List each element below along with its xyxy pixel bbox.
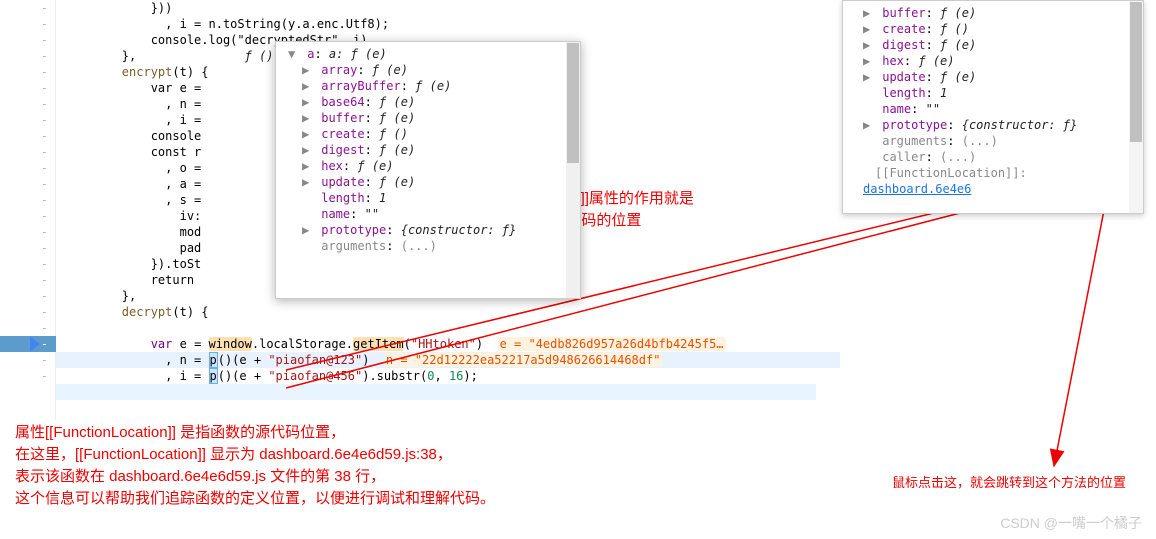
property-row[interactable]: length: 1 xyxy=(280,190,576,206)
scrollbar[interactable] xyxy=(1129,1,1143,213)
property-row[interactable]: length: 1 xyxy=(855,85,1139,101)
watermark: CSDN @一嘴一个橘子 xyxy=(1000,513,1142,533)
scrollbar[interactable] xyxy=(566,42,580,298)
property-row[interactable]: ▶ prototype: {constructor: ƒ} xyxy=(855,117,1139,133)
property-row[interactable]: ▶ digest: ƒ (e) xyxy=(280,142,576,158)
code-line: })) xyxy=(56,0,840,16)
gutter-mark: - xyxy=(0,0,56,16)
property-row[interactable]: ▶ update: ƒ (e) xyxy=(855,69,1139,85)
property-row[interactable]: caller: (...) xyxy=(855,149,1139,165)
object-inspect-popup-right[interactable]: ▶ buffer: ƒ (e)▶ create: ƒ ()▶ digest: ƒ… xyxy=(842,0,1144,214)
property-row[interactable]: ▶ arrayBuffer: ƒ (e) xyxy=(280,78,576,94)
object-inspect-popup-left[interactable]: ▼ a: a: ƒ (e) ▶ array: ƒ (e)▶ arrayBuffe… xyxy=(275,41,581,299)
function-location-link[interactable]: dashboard.6e4e6 xyxy=(863,182,971,196)
property-row[interactable]: name: "" xyxy=(280,206,576,222)
property-row[interactable]: ▶ hex: ƒ (e) xyxy=(855,53,1139,69)
property-row[interactable]: ▶ buffer: ƒ (e) xyxy=(855,5,1139,21)
property-row[interactable]: ▶ create: ƒ () xyxy=(280,126,576,142)
property-row[interactable]: ▶ prototype: {constructor: ƒ} xyxy=(280,222,576,238)
property-row[interactable]: ▶ create: ƒ () xyxy=(855,21,1139,37)
property-row[interactable]: ▶ base64: ƒ (e) xyxy=(280,94,576,110)
annotation-bottom: 属性[[FunctionLocation]] 是指函数的源代码位置， 在这里，[… xyxy=(15,422,495,510)
property-row[interactable]: ▶ buffer: ƒ (e) xyxy=(280,110,576,126)
property-row[interactable]: name: "" xyxy=(855,101,1139,117)
popup-header: ▼ a: a: ƒ (e) xyxy=(280,46,576,62)
function-location-row: [[FunctionLocation]]: dashboard.6e4e6 xyxy=(855,165,1139,181)
annotation-right: 鼠标点击这，就会跳转到这个方法的位置 xyxy=(892,472,1126,491)
property-row[interactable]: arguments: (...) xyxy=(855,133,1139,149)
property-row[interactable]: ▶ hex: ƒ (e) xyxy=(280,158,576,174)
gutter: - - - - - - - - - - - - - - - - - - - - … xyxy=(0,0,56,420)
property-row[interactable]: ▶ update: ƒ (e) xyxy=(280,174,576,190)
property-row[interactable]: ▶ array: ƒ (e) xyxy=(280,62,576,78)
current-line: var e = window.localStorage.getItem("HHt… xyxy=(56,336,840,352)
property-row[interactable]: ▶ digest: ƒ (e) xyxy=(855,37,1139,53)
property-row[interactable]: arguments: (...) xyxy=(280,238,576,254)
